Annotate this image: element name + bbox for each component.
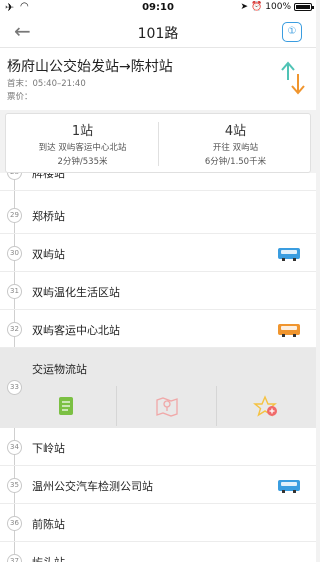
stop-detail-button[interactable]	[16, 386, 116, 426]
stop-name: 交运物流站	[32, 363, 87, 376]
stop-name: 双屿客运中心北站	[32, 324, 120, 337]
list-item[interactable]: 32 双屿客运中心北站	[0, 310, 316, 348]
stop-name: 下岭站	[32, 442, 65, 455]
stop-favorite-button[interactable]	[216, 386, 316, 426]
list-item[interactable]: 31 双屿温化生活区站	[0, 272, 316, 310]
battery-percent: 100%	[265, 2, 291, 12]
arrival-stops-count: 1站	[71, 124, 94, 139]
arrival-status: 开往 双屿站	[212, 143, 259, 153]
stop-number: 35	[7, 478, 22, 493]
arrival-status: 到达 双屿客运中心北站	[38, 143, 127, 153]
nav-bar: ← 101路 ①	[0, 16, 316, 48]
stop-name: 牌楼站	[32, 173, 65, 180]
stop-number: 37	[7, 554, 22, 562]
location-icon: ➤	[240, 2, 249, 12]
selected-stop[interactable]: 交运物流站 33	[0, 348, 316, 428]
stop-number: 29	[7, 208, 22, 223]
stop-actions	[0, 386, 316, 426]
status-right: ➤ ⏰ 100%	[240, 2, 314, 12]
stop-name: 郑桥站	[32, 210, 65, 223]
schedule-clock-icon[interactable]: ①	[282, 22, 302, 42]
list-item[interactable]: 28 牌楼站	[0, 173, 316, 191]
stop-name: 屿头站	[32, 554, 65, 562]
stop-number: 28	[7, 173, 22, 180]
stop-name: 温州公交汽车检测公司站	[32, 480, 153, 493]
stop-number: 32	[7, 322, 22, 337]
list-item[interactable]: 29 郑桥站	[0, 196, 316, 234]
list-item[interactable]: 34 下岭站	[0, 428, 316, 466]
arrival-next[interactable]: 4站 开往 双屿站 6分钟/1.50千米	[159, 114, 312, 174]
stop-map-button[interactable]	[116, 386, 216, 426]
status-bar: ✈ ◠ 09:10 ➤ ⏰ 100%	[0, 0, 316, 16]
stop-number: 31	[7, 284, 22, 299]
bus-icon	[278, 248, 300, 261]
arrival-card: 1站 到达 双屿客运中心北站 2分钟/535米 4站 开往 双屿站 6分钟/1.…	[5, 113, 311, 173]
list-item[interactable]: 37 屿头站	[0, 542, 316, 562]
page-title: 101路	[137, 26, 179, 42]
bus-icon	[278, 324, 300, 337]
list-item[interactable]: 35 温州公交汽车检测公司站	[0, 466, 316, 504]
arrival-detail: 2分钟/535米	[57, 157, 108, 167]
route-name: 杨府山公交始发站→陈村站	[7, 59, 173, 75]
alarm-icon: ⏰	[251, 2, 263, 12]
stop-name: 双屿站	[32, 248, 65, 261]
stop-name: 前陈站	[32, 518, 65, 531]
stop-number: 36	[7, 516, 22, 531]
list-item[interactable]: 30 双屿站	[0, 234, 316, 272]
arrival-stops-count: 4站	[224, 124, 247, 139]
arrival-detail: 6分钟/1.50千米	[204, 157, 267, 167]
bus-icon	[278, 480, 300, 493]
arrival-nearest[interactable]: 1站 到达 双屿客运中心北站 2分钟/535米	[6, 114, 159, 174]
stop-name: 双屿温化生活区站	[32, 286, 120, 299]
stops-list[interactable]: 28 牌楼站 29 郑桥站 30 双屿站 31 双屿温化生活区站 32 双屿客运…	[0, 173, 316, 562]
star-add-icon	[253, 395, 277, 417]
route-hours: 首末：05:40–21:40	[7, 79, 86, 89]
list-item[interactable]: 36 前陈站	[0, 504, 316, 542]
map-pin-icon	[156, 397, 178, 417]
stop-number: 30	[7, 246, 22, 261]
stop-number: 34	[7, 440, 22, 455]
route-fare: 票价：	[7, 92, 33, 102]
route-info: 杨府山公交始发站→陈村站 首末：05:40–21:40 票价：	[0, 48, 316, 110]
reverse-direction-icon[interactable]	[278, 60, 308, 96]
document-icon	[59, 397, 73, 415]
battery-icon	[294, 3, 314, 11]
